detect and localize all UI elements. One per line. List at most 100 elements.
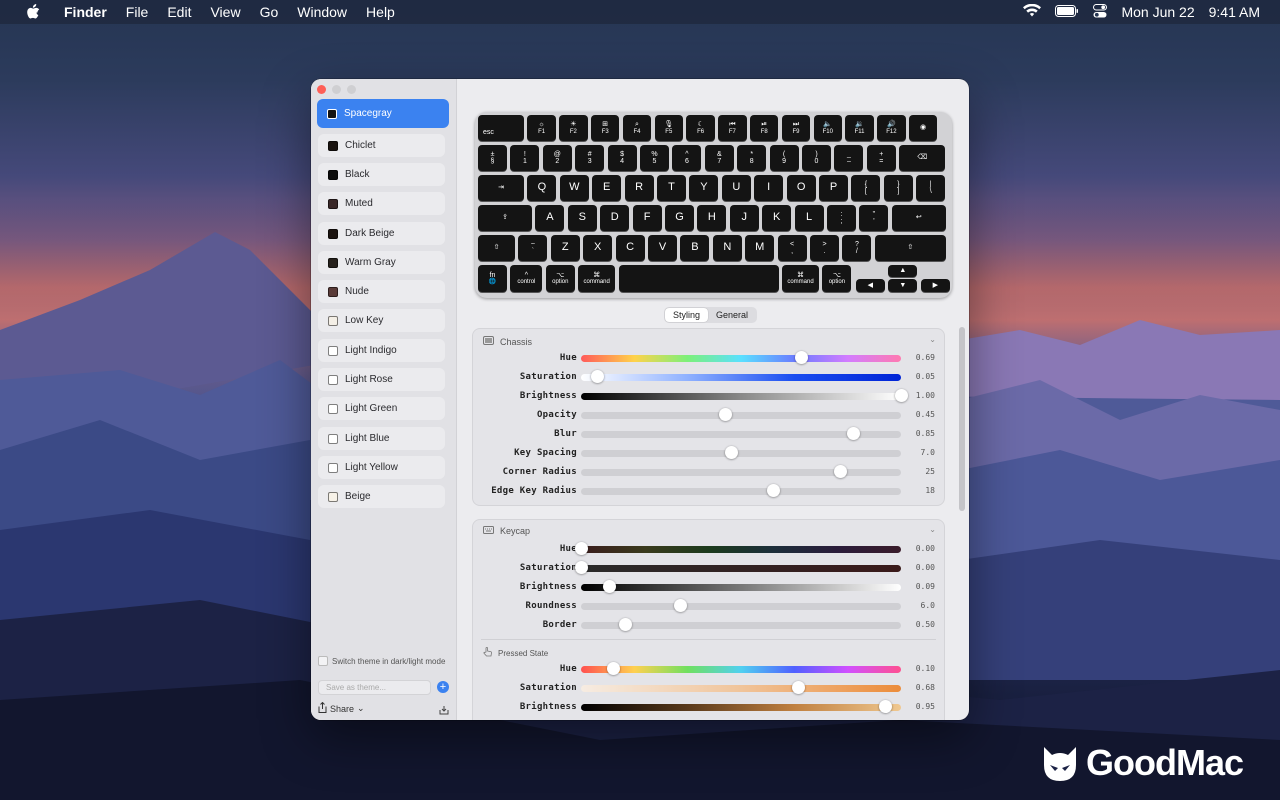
key[interactable]: | \ xyxy=(916,175,946,201)
slider-thumb[interactable] xyxy=(574,561,588,574)
theme-item[interactable]: Low Key xyxy=(318,309,445,332)
zoom-window-icon[interactable] xyxy=(347,85,356,94)
slider-track[interactable] xyxy=(581,546,901,553)
slider-thumb[interactable] xyxy=(878,700,892,713)
key[interactable]: S xyxy=(567,205,597,231)
slider-track[interactable] xyxy=(581,355,901,362)
theme-item[interactable]: Beige xyxy=(318,485,445,508)
key[interactable]: " ' xyxy=(859,205,889,231)
key[interactable]: P xyxy=(819,175,848,201)
key[interactable]: ± § xyxy=(478,145,507,171)
key[interactable]: ? / xyxy=(842,235,872,261)
slider-track[interactable] xyxy=(581,685,901,692)
keycap-collapse-icon[interactable]: ⌄ xyxy=(929,525,936,534)
slider-track[interactable] xyxy=(581,412,901,419)
theme-item[interactable]: Light Rose xyxy=(318,368,445,391)
slider-thumb[interactable] xyxy=(603,580,617,593)
key[interactable]: esc xyxy=(478,115,524,141)
slider-thumb[interactable] xyxy=(606,662,620,675)
slider-track[interactable] xyxy=(581,603,901,610)
menu-edit[interactable]: Edit xyxy=(167,4,191,20)
key[interactable]: * 8 xyxy=(737,145,767,171)
key[interactable]: A xyxy=(535,205,565,231)
key[interactable]: ⌫ xyxy=(899,145,946,171)
key[interactable]: N xyxy=(712,235,742,261)
key[interactable]: ▲ xyxy=(888,265,918,277)
key[interactable]: $4 xyxy=(607,145,637,171)
key[interactable]: ~ ` xyxy=(518,235,548,261)
key[interactable]: R xyxy=(624,175,654,201)
slider-thumb[interactable] xyxy=(766,484,780,497)
key[interactable]: ⏯ F8 xyxy=(750,115,779,141)
key[interactable]: L xyxy=(794,205,824,231)
slider-thumb[interactable] xyxy=(590,370,604,383)
key[interactable]: M xyxy=(745,235,775,261)
menubar-time[interactable]: 9:41 AM xyxy=(1209,4,1260,20)
slider-track[interactable] xyxy=(581,374,901,381)
slider-thumb[interactable] xyxy=(792,681,806,694)
slider-track[interactable] xyxy=(581,450,901,457)
key[interactable]: ^ 6 xyxy=(672,145,702,171)
key[interactable]: K xyxy=(762,205,792,231)
slider-track[interactable] xyxy=(581,393,901,400)
key[interactable]: ⇥ xyxy=(478,175,524,201)
key[interactable]: Y xyxy=(689,175,719,201)
chassis-header[interactable]: Chassis xyxy=(483,336,532,347)
key[interactable]: F xyxy=(632,205,662,231)
key[interactable] xyxy=(618,265,779,292)
theme-item[interactable]: Light Yellow xyxy=(318,456,445,479)
menu-file[interactable]: File xyxy=(126,4,149,20)
key[interactable]: ^ control xyxy=(510,265,543,292)
theme-item[interactable]: Light Indigo xyxy=(318,339,445,362)
theme-item[interactable]: Dark Beige xyxy=(318,222,445,245)
key[interactable]: ⌥ option xyxy=(545,265,575,292)
slider-thumb[interactable] xyxy=(894,389,908,402)
menu-help[interactable]: Help xyxy=(366,4,395,20)
apple-menu-icon[interactable] xyxy=(26,4,42,20)
key[interactable]: ↩ xyxy=(891,205,946,231)
save-theme-input[interactable]: Save as theme... xyxy=(318,680,431,695)
key[interactable]: ⌥ option xyxy=(822,265,852,292)
theme-item[interactable]: Chiclet xyxy=(318,134,445,157)
key[interactable]: G xyxy=(665,205,694,231)
key[interactable]: E xyxy=(592,175,622,201)
key[interactable]: W xyxy=(559,175,589,201)
key[interactable]: :; xyxy=(827,205,856,231)
slider-thumb[interactable] xyxy=(795,351,809,364)
key[interactable]: ▶ xyxy=(920,279,950,292)
key[interactable]: ☾ F6 xyxy=(686,115,715,141)
theme-item[interactable]: Spacegray xyxy=(317,99,449,128)
key[interactable]: 🎙 F5 xyxy=(654,115,683,141)
theme-item[interactable]: Nude xyxy=(318,280,445,303)
key[interactable]: ◀ xyxy=(855,279,885,292)
key[interactable]: ◉ xyxy=(909,115,937,141)
key[interactable]: ⊞ F3 xyxy=(591,115,620,141)
key[interactable]: O xyxy=(786,175,816,201)
slider-track[interactable] xyxy=(581,488,901,495)
key[interactable]: Q xyxy=(527,175,557,201)
theme-item[interactable]: Warm Gray xyxy=(318,251,445,274)
key[interactable]: }] xyxy=(883,175,913,201)
key[interactable]: ⇧ xyxy=(874,235,946,261)
slider-track[interactable] xyxy=(581,666,901,673)
scrollbar[interactable] xyxy=(959,327,965,511)
key[interactable]: @2 xyxy=(542,145,572,171)
slider-thumb[interactable] xyxy=(833,465,847,478)
key[interactable]: ⏮ F7 xyxy=(718,115,747,141)
switch-theme-option[interactable]: Switch theme in dark/light mode xyxy=(318,656,445,666)
key[interactable]: B xyxy=(680,235,710,261)
slider-track[interactable] xyxy=(581,584,901,591)
key[interactable]: % 5 xyxy=(640,145,669,171)
add-theme-button[interactable]: + xyxy=(437,681,449,693)
theme-item[interactable]: Light Blue xyxy=(318,427,445,450)
key[interactable]: >. xyxy=(810,235,839,261)
key[interactable]: & 7 xyxy=(704,145,734,171)
tab-styling[interactable]: Styling xyxy=(665,308,709,322)
slider-thumb[interactable] xyxy=(846,427,860,440)
key[interactable]: + = xyxy=(866,145,896,171)
switch-theme-checkbox[interactable] xyxy=(318,656,328,666)
key[interactable]: D xyxy=(600,205,630,231)
key[interactable]: ☼ F1 xyxy=(527,115,556,141)
slider-track[interactable] xyxy=(581,704,901,711)
key[interactable]: 🔈 F10 xyxy=(813,115,842,141)
